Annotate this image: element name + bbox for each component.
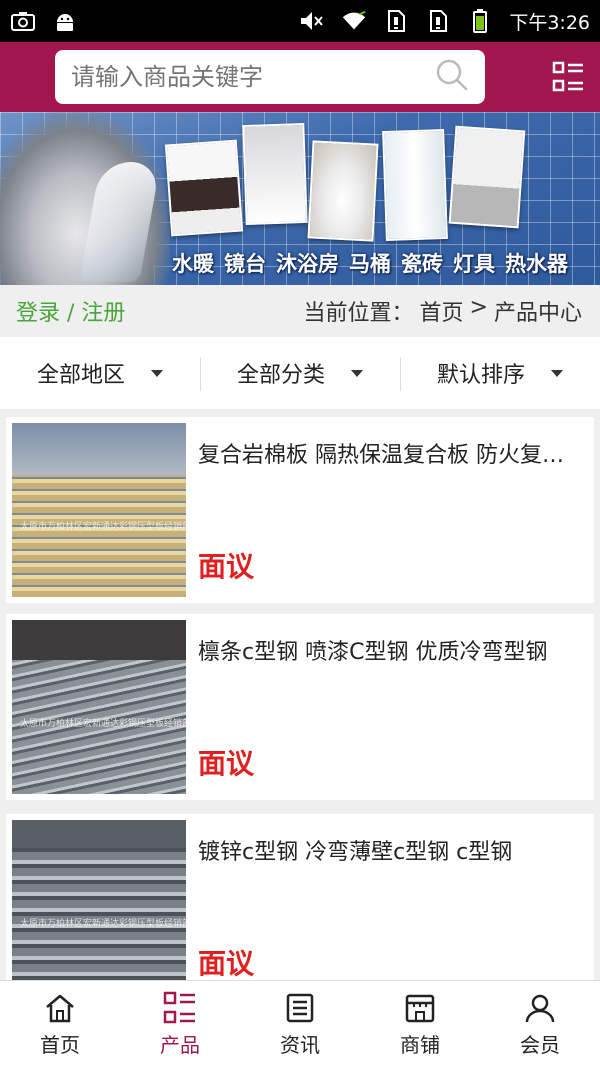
header-bar [0,42,600,112]
nav-news[interactable]: 资讯 [240,981,360,1067]
promo-banner[interactable]: 水暖 镜台 沐浴房 马桶 瓷砖 灯具 热水器 [0,112,600,285]
breadcrumb-prefix: 当前位置： [303,301,414,326]
range-hood-image [448,125,526,229]
list-icon [163,991,197,1025]
image-watermark: 太原市万柏林区宏新通达彩钢压型板经销部 [20,522,186,532]
toilet-image [307,140,379,242]
filter-sort-dropdown[interactable]: 默认排序 [400,337,600,409]
image-watermark: 太原市万柏林区宏新通达彩钢压型板经销部 [20,919,186,929]
product-price: 面议 [198,747,255,780]
nav-home[interactable]: 首页 [0,981,120,1067]
status-time: 下午3:26 [509,11,590,34]
wifi-icon [341,10,367,32]
nav-member[interactable]: 会员 [480,981,600,1067]
product-title[interactable]: 镀锌c型钢 冷弯薄壁c型钢 c型钢 [198,834,578,866]
product-card[interactable]: 太原市万柏林区宏新通达彩钢压型板经销部 复合岩棉板 隔热保温复合板 防火复合板 … [6,417,594,603]
caret-down-icon [151,369,163,377]
filter-category-dropdown[interactable]: 全部分类 [200,337,400,409]
product-image[interactable]: 太原市万柏林区宏新通达彩钢压型板经销部 [12,620,186,794]
nav-products[interactable]: 产品 [120,981,240,1067]
breadcrumb: 当前位置： 首页 > 产品中心 [304,295,582,327]
product-card[interactable]: 太原市万柏林区宏新通达彩钢压型板经销部 镀锌c型钢 冷弯薄壁c型钢 c型钢 面议 [6,814,594,980]
product-image[interactable]: 太原市万柏林区宏新通达彩钢压型板经销部 [12,423,186,597]
product-title[interactable]: 复合岩棉板 隔热保温复合板 防火复合板 [198,437,578,469]
search-input[interactable] [71,63,411,91]
breadcrumb-home[interactable]: 首页 [420,295,464,327]
android-icon [52,10,78,32]
grid-menu-icon[interactable] [550,59,586,95]
nav-shops[interactable]: 商铺 [360,981,480,1067]
breadcrumb-separator: > [469,295,488,320]
breadcrumb-current: 产品中心 [493,301,582,326]
camera-icon [10,10,36,32]
image-watermark: 太原市万柏林区宏新通达彩钢压型板经销部 [20,719,186,729]
shop-icon [403,991,437,1025]
news-icon [283,991,317,1025]
location-bar: 登录 / 注册 当前位置： 首页 > 产品中心 [0,285,600,337]
sim1-icon [383,10,409,32]
mute-icon [299,10,325,32]
login-register-link[interactable]: 登录 / 注册 [16,295,125,327]
caret-down-icon [551,369,563,377]
tap-image [242,122,308,226]
home-icon [43,991,77,1025]
bottom-nav: 首页 产品 资讯 商铺 会员 [0,980,600,1067]
vanity-image [164,139,244,237]
battery-icon [467,9,493,33]
filter-region-dropdown[interactable]: 全部地区 [0,337,200,409]
search-icon[interactable] [435,58,469,96]
search-box[interactable] [55,50,485,104]
filter-bar: 全部地区 全部分类 默认排序 [0,337,600,409]
product-image[interactable]: 太原市万柏林区宏新通达彩钢压型板经销部 [12,820,186,980]
product-list: 太原市万柏林区宏新通达彩钢压型板经销部 复合岩棉板 隔热保温复合板 防火复合板 … [0,409,600,980]
product-card[interactable]: 太原市万柏林区宏新通达彩钢压型板经销部 檩条c型钢 喷漆C型钢 优质冷弯型钢 面… [6,614,594,800]
shower-room-image [382,128,448,242]
product-price: 面议 [198,947,255,980]
caret-down-icon [351,369,363,377]
sim2-icon [425,10,451,32]
product-title[interactable]: 檩条c型钢 喷漆C型钢 优质冷弯型钢 [198,634,578,666]
status-bar: 下午3:26 [0,0,600,42]
user-icon [523,991,557,1025]
product-price: 面议 [198,550,255,583]
banner-caption: 水暖 镜台 沐浴房 马桶 瓷砖 灯具 热水器 [172,252,568,276]
